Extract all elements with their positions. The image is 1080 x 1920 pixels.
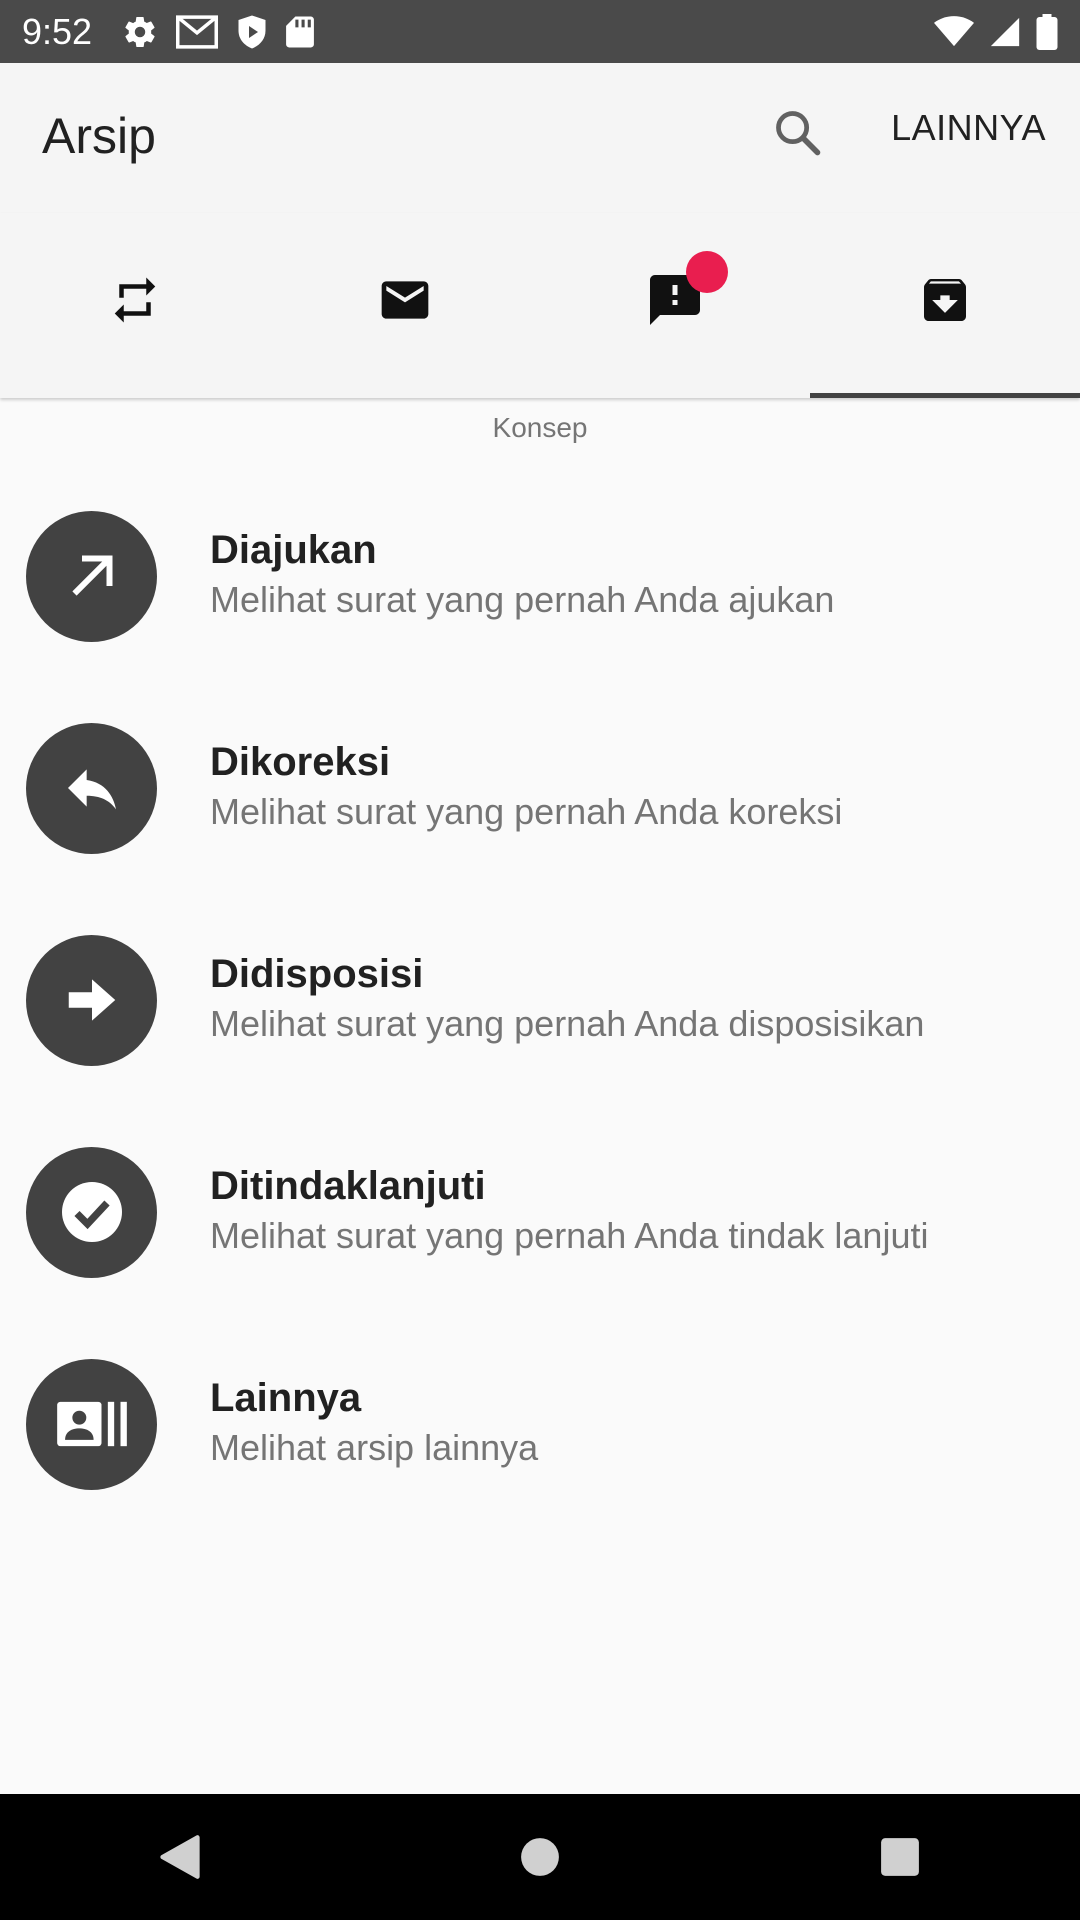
shield-play-icon (238, 15, 266, 48)
list-item-ditindaklanjuti[interactable]: Ditindaklanjuti Melihat surat yang perna… (0, 1106, 1080, 1318)
item-text: Diajukan Melihat surat yang pernah Anda … (210, 526, 834, 626)
item-text: Ditindaklanjuti Melihat surat yang perna… (210, 1162, 928, 1262)
arrow-right-icon (68, 979, 115, 1021)
page-title: Arsip (42, 108, 156, 164)
list-item-dikoreksi[interactable]: Dikoreksi Melihat surat yang pernah Anda… (0, 682, 1080, 894)
tab-feedback[interactable] (540, 213, 810, 398)
tab-bar (0, 213, 1080, 398)
notification-badge (686, 251, 728, 293)
section-caption: Konsep (492, 412, 588, 443)
battery-icon (1036, 13, 1058, 50)
tab-repeat[interactable] (0, 213, 270, 398)
item-text: Dikoreksi Melihat surat yang pernah Anda… (210, 738, 842, 838)
item-subtitle: Melihat surat yang pernah Anda tindak la… (210, 1215, 929, 1256)
avatar (26, 1146, 157, 1278)
item-title: Didisposisi (210, 952, 424, 996)
signal-icon (990, 17, 1020, 46)
tab-archive[interactable] (810, 213, 1080, 398)
avatar (26, 722, 157, 854)
item-subtitle: Melihat arsip lainnya (210, 1427, 539, 1468)
recents-square-icon (881, 1838, 919, 1876)
avatar (26, 510, 157, 642)
repeat-icon (114, 277, 156, 322)
status-time: 9:52 (22, 10, 93, 52)
home-button[interactable] (480, 1807, 600, 1907)
back-button[interactable] (120, 1807, 240, 1907)
item-title: Dikoreksi (210, 740, 391, 784)
item-text: Lainnya Melihat arsip lainnya (210, 1374, 538, 1474)
archive-icon (924, 278, 966, 321)
system-nav-bar (0, 1794, 1080, 1920)
status-bar: 9:52 (0, 0, 1080, 63)
app-bar: Arsip LAINNYA (0, 63, 1080, 213)
avatar (26, 934, 157, 1066)
item-subtitle: Melihat surat yang pernah Anda koreksi (210, 791, 843, 832)
sd-card-icon (286, 16, 314, 47)
settings-icon (125, 16, 155, 47)
list-item-diajukan[interactable]: Diajukan Melihat surat yang pernah Anda … (0, 470, 1080, 682)
item-text: Didisposisi Melihat surat yang pernah An… (210, 950, 924, 1050)
item-title: Diajukan (210, 528, 377, 572)
avatar (26, 1358, 157, 1490)
search-button[interactable] (768, 103, 828, 163)
contacts-icon (56, 1401, 127, 1447)
home-circle-icon (521, 1838, 559, 1876)
screen: 9:52 Arsip LAINNYA Konsep Diajukan Melih… (0, 0, 1080, 1920)
item-title: Lainnya (210, 1376, 362, 1420)
more-button[interactable]: LAINNYA (891, 107, 1046, 149)
archive-list: Diajukan Melihat surat yang pernah Anda … (0, 470, 1080, 1530)
item-title: Ditindaklanjuti (210, 1164, 486, 1208)
search-icon (776, 111, 821, 156)
recents-button[interactable] (840, 1807, 960, 1907)
status-system-icons (934, 13, 1058, 50)
mail-icon (381, 280, 429, 319)
item-subtitle: Melihat surat yang pernah Anda disposisi… (210, 1003, 925, 1044)
status-notification-icons (122, 14, 314, 50)
tab-mail[interactable] (270, 213, 540, 398)
list-item-lainnya[interactable]: Lainnya Melihat arsip lainnya (0, 1318, 1080, 1530)
item-subtitle: Melihat surat yang pernah Anda ajukan (210, 579, 835, 620)
reply-icon (67, 769, 116, 810)
back-triangle-icon (160, 1835, 200, 1879)
arrow-up-right-icon (71, 555, 112, 596)
email-icon (176, 14, 219, 49)
wifi-icon (934, 15, 974, 46)
list-item-didisposisi[interactable]: Didisposisi Melihat surat yang pernah An… (0, 894, 1080, 1106)
check-circle-icon (61, 1182, 122, 1242)
